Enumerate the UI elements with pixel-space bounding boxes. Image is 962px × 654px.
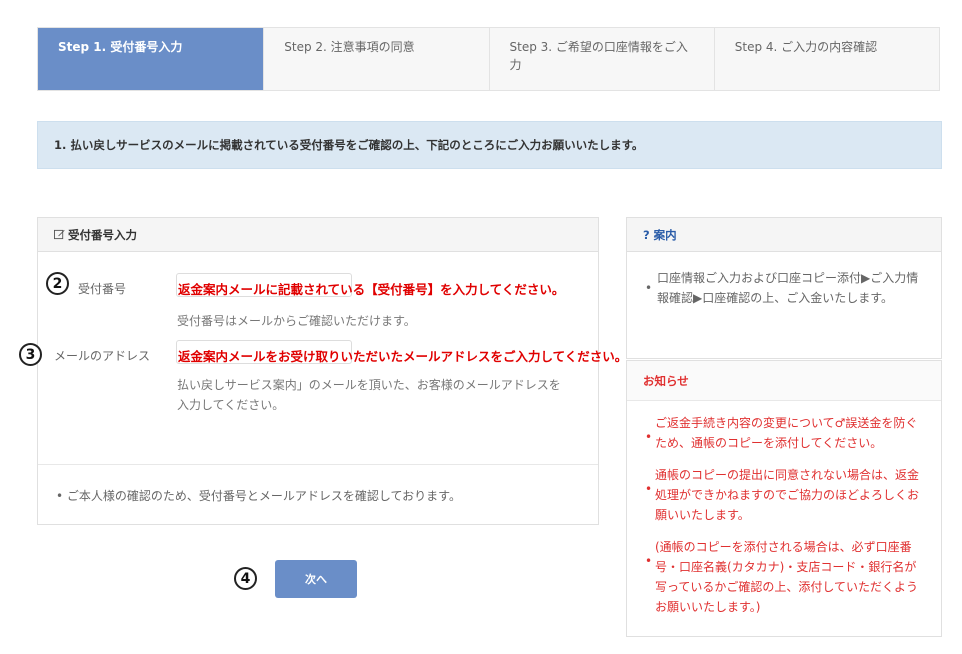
step-4: Step 4. ご入力の内容確認: [713, 28, 939, 90]
form-panel-header: 受付番号入力: [38, 218, 598, 252]
guide-panel-header: ? 案内: [627, 218, 941, 252]
news-item-text: 通帳のコピーの提出に同意されない場合は、返金処理ができかねますのでご協力のほどよ…: [655, 468, 920, 522]
news-bullet: •: [645, 554, 653, 568]
news-item: • ご返金手続き内容の変更について♂誤送金を防ぐため、通帳のコピーを添付してくだ…: [627, 413, 941, 453]
info-notice: 1. 払い戻しサービスのメールに掲載されている受付番号をご確認の上、下記のところ…: [37, 121, 942, 169]
form-panel-title: 受付番号入力: [68, 227, 137, 242]
guide-title: ? 案内: [643, 227, 677, 242]
step-3: Step 3. ご希望の口座情報をご入力: [488, 28, 714, 90]
edit-icon: [54, 229, 65, 240]
news-title: お知らせ: [627, 361, 941, 401]
news-item-text: ご返金手続き内容の変更について♂誤送金を防ぐため、通帳のコピーを添付してください…: [655, 416, 918, 450]
news-bullet: •: [645, 430, 653, 444]
guide-body: • 口座情報ご入力および口座コピー添付▶ご入力情報確認▶口座確認の上、ご入金いた…: [627, 252, 941, 308]
guide-panel: ? 案内 • 口座情報ご入力および口座コピー添付▶ご入力情報確認▶口座確認の上、…: [626, 217, 942, 359]
news-item-text: (通帳のコピーを添付される場合は、必ず口座番号・口座名義(カタカナ)・支店コード…: [655, 540, 919, 614]
badge-2: 2: [46, 272, 69, 295]
email-annotation: 返金案内メールをお受け取りいただいたメールアドレスをご入力してください。: [178, 349, 628, 364]
news-panel: お知らせ • ご返金手続き内容の変更について♂誤送金を防ぐため、通帳のコピーを添…: [626, 360, 942, 637]
badge-3: 3: [19, 343, 42, 366]
news-item: • (通帳のコピーを添付される場合は、必ず口座番号・口座名義(カタカナ)・支店コ…: [627, 537, 941, 617]
form-footnote: • ご本人様の確認のため、受付番号とメールアドレスを確認しております。: [56, 489, 461, 503]
news-bullet: •: [645, 482, 653, 496]
step-1: Step 1. 受付番号入力: [38, 28, 264, 90]
guide-text: 口座情報ご入力および口座コピー添付▶ご入力情報確認▶口座確認の上、ご入金いたしま…: [657, 271, 919, 305]
receipt-annotation: 返金案内メールに記載されている【受付番号】を入力してください。: [178, 282, 565, 297]
guide-bullet: •: [645, 281, 653, 295]
email-help-line-2: 入力してください。: [177, 398, 285, 412]
email-help: 払い戻しサービス案内」のメールを頂いた、お客様のメールアドレスを 入力してくださ…: [177, 375, 587, 415]
receipt-help: 受付番号はメールからご確認いただけます。: [177, 314, 416, 328]
email-label: メールのアドレス: [54, 349, 151, 363]
news-item: • 通帳のコピーの提出に同意されない場合は、返金処理ができかねますのでご協力のほ…: [627, 465, 941, 525]
step-2: Step 2. 注意事項の同意: [263, 28, 488, 90]
step-progress: Step 1. 受付番号入力 Step 2. 注意事項の同意 Step 3. ご…: [37, 27, 940, 91]
receipt-number-label: 受付番号: [78, 282, 127, 296]
receipt-form-panel: 受付番号入力 受付番号 返金案内メールに記載されている【受付番号】を入力してくだ…: [37, 217, 627, 525]
email-help-line-1: 払い戻しサービス案内」のメールを頂いた、お客様のメールアドレスを: [177, 378, 561, 392]
next-button[interactable]: 次へ: [275, 560, 357, 598]
badge-4: 4: [234, 567, 257, 590]
form-divider: [38, 464, 598, 465]
